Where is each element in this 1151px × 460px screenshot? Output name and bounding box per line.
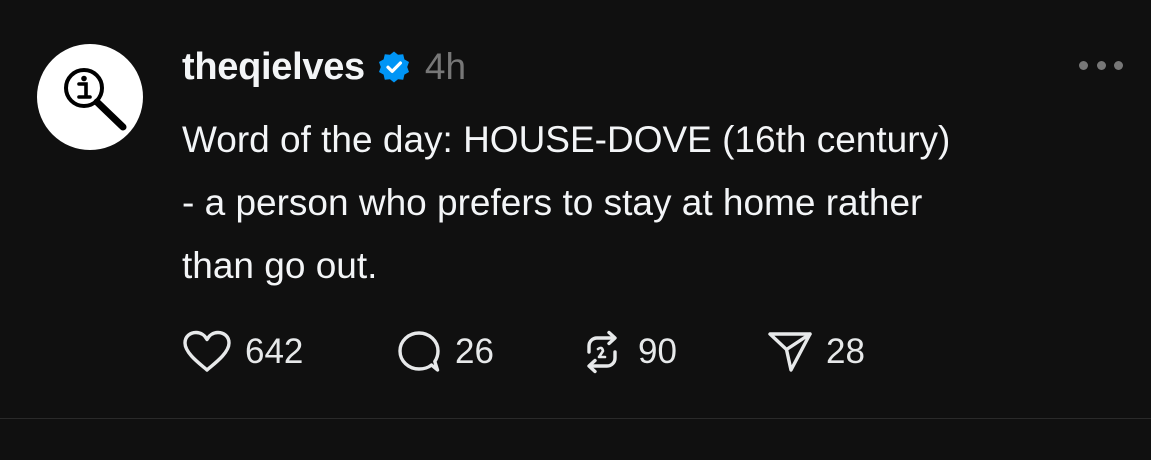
more-dot-icon [1114, 60, 1123, 70]
thread-post: theqielves 4h Word of the day: HOUSE-DOV… [0, 0, 1151, 418]
post-text: Word of the day: HOUSE-DOVE (16th centur… [182, 108, 1142, 297]
reply-count: 26 [455, 332, 494, 371]
share-count: 28 [826, 332, 865, 371]
more-options-button[interactable] [1079, 50, 1123, 80]
reply-button[interactable]: 26 [395, 329, 578, 375]
verified-badge-icon [377, 50, 411, 84]
post-text-line: Word of the day: HOUSE-DOVE (16th centur… [182, 119, 951, 160]
more-dot-icon [1096, 60, 1106, 70]
post-text-line: - a person who prefers to stay at home r… [182, 182, 923, 223]
post-divider [0, 418, 1151, 419]
post-header: theqielves 4h [182, 42, 466, 92]
post-text-line: than go out. [182, 245, 378, 286]
post-actions: 642 26 90 28 [181, 328, 896, 376]
post-timestamp: 4h [424, 46, 467, 87]
like-button[interactable]: 642 [181, 330, 395, 374]
repost-icon [587, 330, 617, 374]
repost-button[interactable]: 90 [578, 329, 766, 375]
share-button[interactable]: 28 [766, 329, 896, 375]
more-dot-icon [1079, 60, 1088, 70]
avatar[interactable] [37, 44, 143, 150]
info-magnifier-icon [64, 68, 127, 131]
send-icon [768, 332, 812, 372]
username[interactable]: theqielves [182, 46, 365, 89]
reply-icon [398, 331, 440, 372]
repost-count: 90 [638, 332, 677, 371]
heart-icon [183, 330, 231, 372]
like-count: 642 [245, 332, 304, 371]
